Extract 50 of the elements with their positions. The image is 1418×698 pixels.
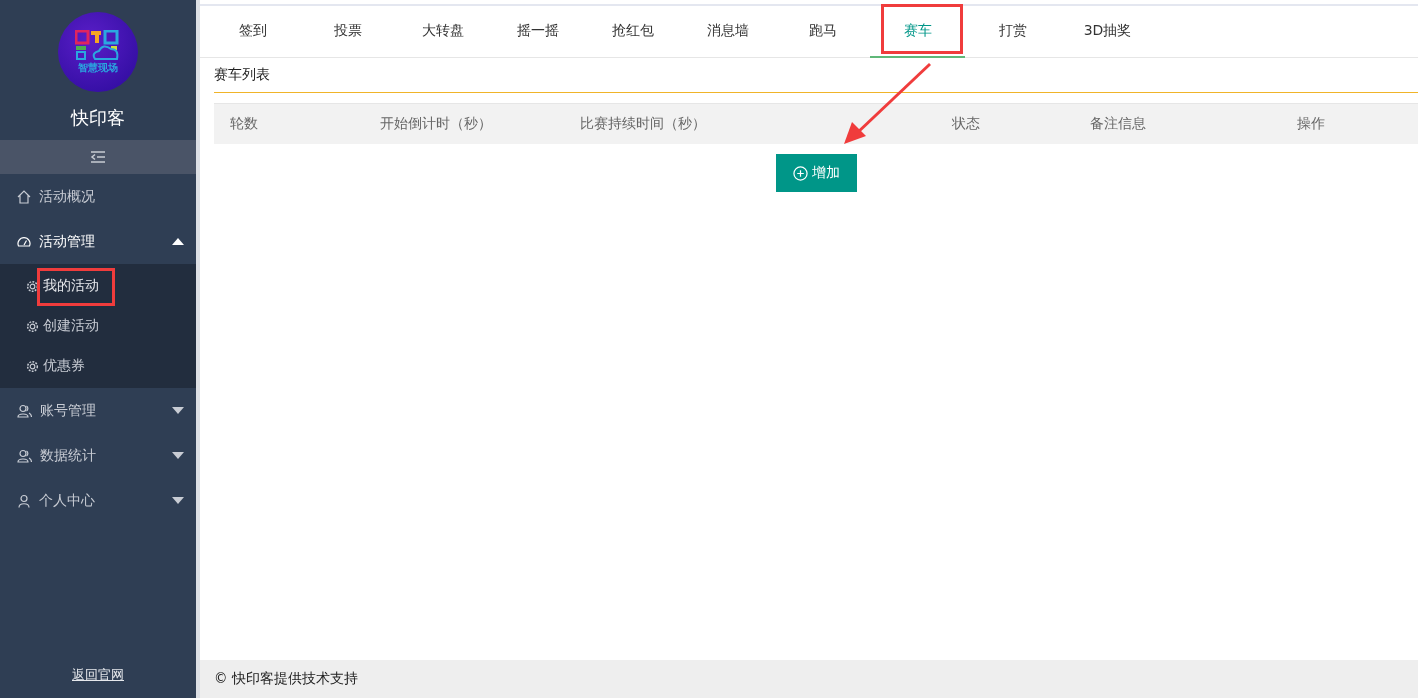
column-header: 开始倒计时（秒） (380, 115, 493, 133)
tab[interactable]: 消息墙 (680, 6, 775, 58)
plus-circle-icon (792, 165, 808, 181)
nav-label: 活动概况 (39, 187, 96, 206)
nav-item[interactable]: 数据统计 (0, 433, 196, 478)
nav-item[interactable]: 个人中心 (0, 478, 196, 523)
footer-text: © 快印客提供技术支持 (214, 670, 358, 688)
submenu-label: 优惠券 (43, 357, 85, 375)
column-header: 备注信息 (1090, 115, 1147, 133)
qr-code-icon (75, 29, 121, 60)
logo-text: 智慧现场 (78, 60, 118, 75)
column-header: 操作 (1297, 115, 1326, 133)
tab[interactable]: 投票 (300, 6, 395, 58)
tab[interactable]: 抢红包 (585, 6, 680, 58)
collapse-icon (90, 151, 106, 163)
nav-label: 个人中心 (39, 491, 96, 510)
gear-icon (26, 279, 39, 293)
submenu-item[interactable]: 创建活动 (0, 306, 196, 346)
column-header: 状态 (952, 115, 981, 133)
sidebar-toggle-button[interactable] (0, 140, 196, 174)
gear-icon (26, 319, 39, 333)
submenu-label: 我的活动 (43, 277, 99, 295)
tab[interactable]: 跑马 (775, 6, 870, 58)
tab[interactable]: 赛车 (870, 6, 965, 58)
column-header: 比赛持续时间（秒） (580, 115, 707, 133)
nav-item[interactable]: 活动概况 (0, 174, 196, 219)
back-to-site-link[interactable]: 返回官网 (0, 667, 196, 698)
tab[interactable]: 3D抽奖 (1060, 6, 1155, 58)
brand-name: 快印客 (69, 106, 126, 130)
nav-item[interactable]: 账号管理 (0, 388, 196, 433)
submenu-label: 创建活动 (43, 317, 99, 335)
gear-icon (26, 359, 39, 373)
submenu-item[interactable]: 优惠券 (0, 346, 196, 386)
nav-label: 数据统计 (40, 446, 97, 465)
users-icon (17, 448, 32, 463)
column-header: 轮数 (230, 115, 259, 133)
home-icon (17, 189, 31, 204)
gauge-icon (17, 234, 31, 249)
user-icon (17, 493, 31, 508)
add-button[interactable]: 增加 (775, 154, 857, 192)
section-title: 赛车列表 (214, 58, 1418, 93)
users-icon (17, 403, 32, 418)
nav-label: 账号管理 (40, 401, 97, 420)
tab[interactable]: 摇一摇 (490, 6, 585, 58)
nav-label: 活动管理 (39, 232, 96, 251)
nav-item[interactable]: 活动管理 (0, 219, 196, 264)
tab[interactable]: 签到 (205, 6, 300, 58)
submenu-item[interactable]: 我的活动 (0, 266, 196, 306)
tab[interactable]: 大转盘 (395, 6, 490, 58)
tab[interactable]: 打赏 (965, 6, 1060, 58)
